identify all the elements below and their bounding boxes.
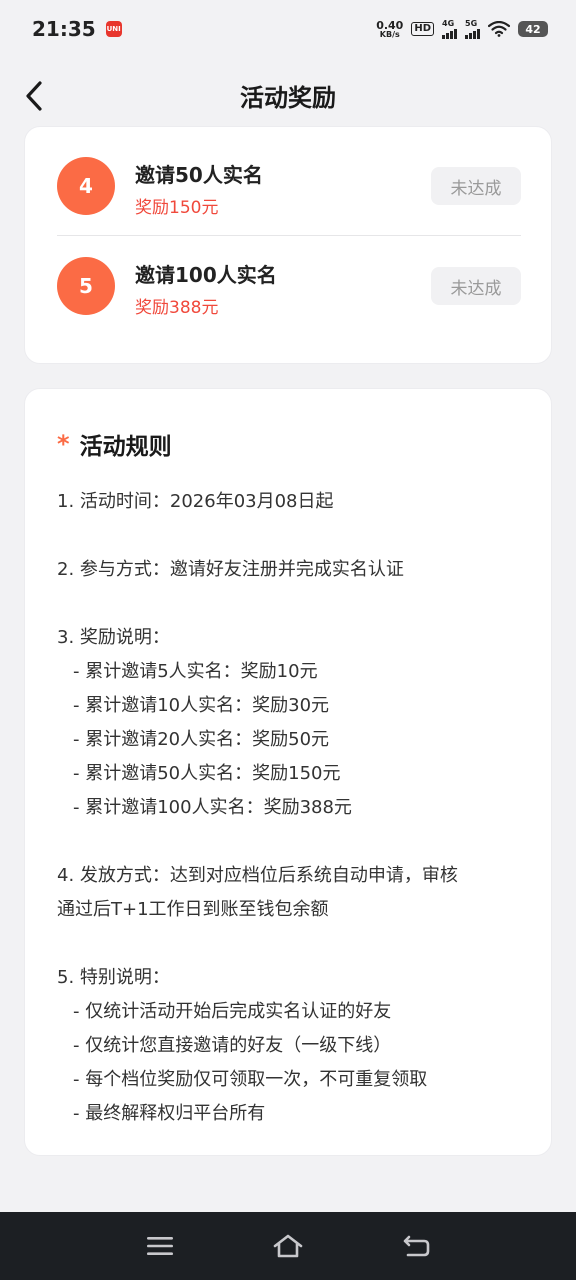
system-nav-bar xyxy=(0,1212,576,1280)
asterisk-icon: * xyxy=(57,430,70,458)
menu-icon xyxy=(147,1237,173,1255)
battery-icon: 42 xyxy=(518,21,548,37)
signal-5g-label: 5G xyxy=(465,18,478,28)
rule-subitem: - 累计邀请20人实名：奖励50元 xyxy=(73,729,330,750)
header: 活动奖励 xyxy=(0,58,576,132)
tier-number-badge: 4 xyxy=(57,157,115,215)
signal-4g-icon: 4G xyxy=(442,18,457,39)
rule-subitem: - 累计邀请10人实名：奖励30元 xyxy=(73,695,330,716)
tier-reward-amount: 奖励388元 xyxy=(135,298,219,318)
tier-title: 邀请100人实名 xyxy=(135,263,277,287)
rule-item: 3. 奖励说明： xyxy=(57,627,170,648)
rule-item: 4. 发放方式：达到对应档位后系统自动申请，审核 xyxy=(57,865,458,886)
back-button[interactable] xyxy=(14,76,54,116)
chevron-left-icon xyxy=(26,81,42,111)
rule-subitem: - 累计邀请100人实名：奖励388元 xyxy=(73,797,352,818)
reward-list-card: 4 邀请50人实名 奖励150元 未达成 5 邀请100人实名 奖励388元 未… xyxy=(24,126,552,364)
status-time: 21:35 xyxy=(32,17,96,41)
return-icon xyxy=(403,1235,430,1257)
tier-number-badge: 5 xyxy=(57,257,115,315)
app-notification-icon: UNI xyxy=(105,21,122,37)
rule-subitem: - 仅统计您直接邀请的好友（一级下线） xyxy=(73,1035,392,1056)
rule-subitem: - 最终解释权归平台所有 xyxy=(73,1103,266,1124)
net-speed-unit: KB/s xyxy=(379,29,400,39)
rule-item: 1. 活动时间：2026年03月08日起 xyxy=(57,491,334,512)
reward-tier-item: 5 邀请100人实名 奖励388元 未达成 xyxy=(57,257,521,355)
rule-item: 2. 参与方式：邀请好友注册并完成实名认证 xyxy=(57,559,404,580)
rule-subitem: - 累计邀请50人实名：奖励150元 xyxy=(73,763,341,784)
home-icon xyxy=(273,1234,303,1258)
tier-reward-amount: 奖励150元 xyxy=(135,198,219,218)
reward-tier-item: 4 邀请50人实名 奖励150元 未达成 xyxy=(57,157,521,255)
home-button[interactable] xyxy=(224,1212,352,1280)
rule-subitem: - 每个档位奖励仅可领取一次，不可重复领取 xyxy=(73,1069,428,1090)
signal-4g-label: 4G xyxy=(442,18,455,28)
net-speed-value: 0.40 xyxy=(376,18,404,32)
divider xyxy=(57,235,521,236)
rule-item: 5. 特别说明： xyxy=(57,967,170,988)
menu-button[interactable] xyxy=(96,1212,224,1280)
rules-title: 活动规则 xyxy=(79,434,172,460)
rules-body: 1. 活动时间：2026年03月08日起 2. 参与方式：邀请好友注册并完成实名… xyxy=(57,485,527,1131)
rules-heading: * 活动规则 xyxy=(57,427,172,461)
tier-title: 邀请50人实名 xyxy=(135,163,263,187)
tier-status-button[interactable]: 未达成 xyxy=(431,167,521,205)
hd-icon: HD xyxy=(411,22,434,36)
signal-5g-icon: 5G xyxy=(465,18,480,39)
status-bar: 21:35 UNI 0.40 KB/s HD 4G 5G 42 xyxy=(0,0,576,58)
rules-card: * 活动规则 1. 活动时间：2026年03月08日起 2. 参与方式：邀请好友… xyxy=(24,388,552,1156)
rule-item-continuation: 通过后T+1工作日到账至钱包余额 xyxy=(57,899,329,920)
page-title: 活动奖励 xyxy=(240,83,336,112)
rule-subitem: - 仅统计活动开始后完成实名认证的好友 xyxy=(73,1001,392,1022)
wifi-icon xyxy=(488,21,510,37)
net-speed: 0.40 KB/s xyxy=(376,20,403,39)
tier-status-button[interactable]: 未达成 xyxy=(431,267,521,305)
rule-subitem: - 累计邀请5人实名：奖励10元 xyxy=(73,661,318,682)
return-button[interactable] xyxy=(352,1212,480,1280)
status-icons: 0.40 KB/s HD 4G 5G 42 xyxy=(376,18,548,39)
